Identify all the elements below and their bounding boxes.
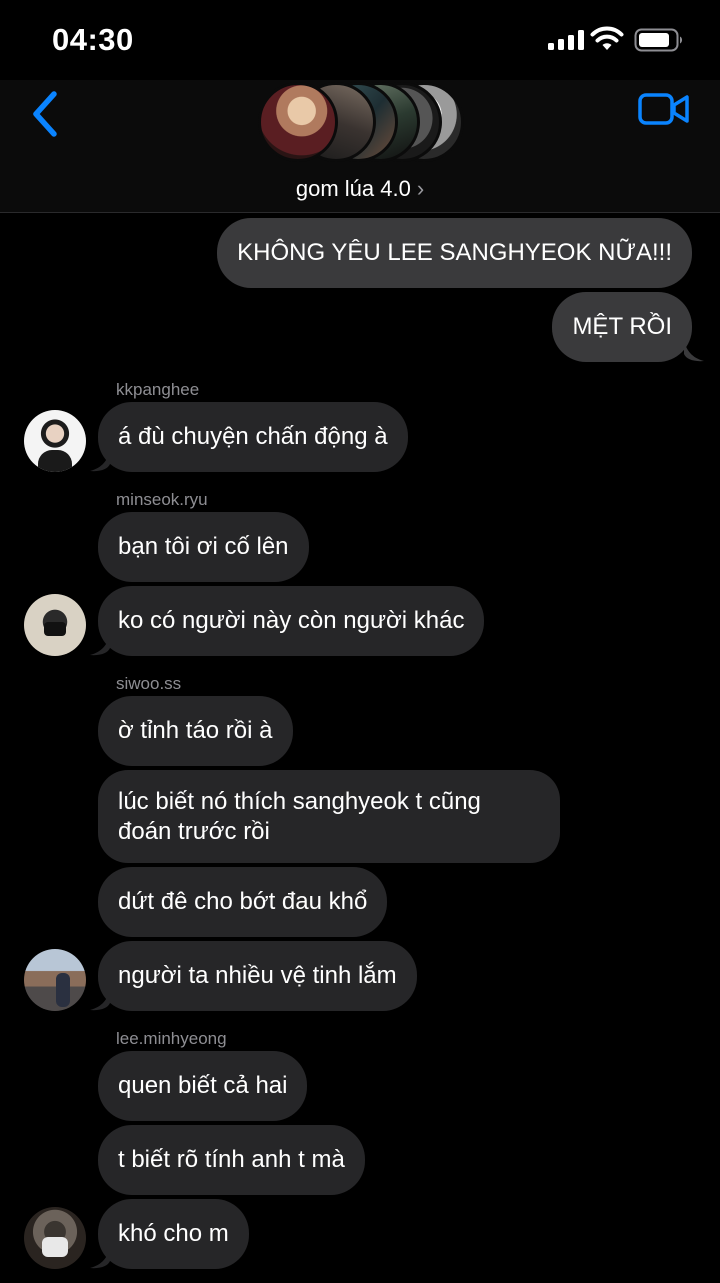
- status-bar: 04:30: [0, 0, 720, 80]
- message-text: khó cho m: [118, 1220, 229, 1247]
- incoming-message[interactable]: khó cho m: [98, 1199, 249, 1269]
- sender-name: siwoo.ss: [116, 674, 182, 693]
- avatar-lee-minhyeong[interactable]: [24, 1207, 86, 1269]
- status-time: 04:30: [52, 22, 134, 57]
- group-name-button[interactable]: gom lúa 4.0 ›: [0, 176, 720, 202]
- incoming-message[interactable]: á đù chuyện chấn động à: [98, 402, 408, 472]
- conversation-header: gom lúa 4.0 ›: [0, 80, 720, 213]
- video-camera-icon[interactable]: [638, 92, 690, 126]
- bubble-tail: [684, 340, 704, 362]
- battery-icon: [634, 28, 683, 52]
- message-text: ko có người này còn người khác: [118, 607, 465, 634]
- message-text: người ta nhiều vệ tinh lắm: [118, 962, 397, 989]
- sender-name: lee.minhyeong: [116, 1029, 227, 1048]
- chat-screen: 04:30 gom lúa 4.0 › KHÔNG YÊU LEE SANGHY…: [0, 0, 720, 1283]
- message-text: t biết rõ tính anh t mà: [118, 1146, 345, 1173]
- message-text: ờ tỉnh táo rồi à: [118, 717, 273, 744]
- group-avatar-stack[interactable]: [258, 80, 464, 166]
- group-member-avatar: [258, 82, 338, 162]
- avatar-kkpanghee[interactable]: [24, 410, 86, 472]
- cellular-signal-icon: [548, 30, 584, 50]
- bubble-tail: [90, 450, 110, 472]
- message-text: lúc biết nó thích sanghyeok t cũng đoán …: [118, 788, 481, 845]
- sender-name: minseok.ryu: [116, 490, 208, 509]
- avatar-siwoo-ss[interactable]: [24, 949, 86, 1011]
- message-text: MỆT RỒI: [572, 313, 672, 340]
- outgoing-message[interactable]: MỆT RỒI: [552, 292, 692, 362]
- message-text: KHÔNG YÊU LEE SANGHYEOK NỮA!!!: [237, 239, 672, 266]
- back-chevron-icon[interactable]: [28, 90, 64, 138]
- sender-name: kkpanghee: [116, 380, 200, 399]
- group-name: gom lúa 4.0: [295, 176, 411, 201]
- incoming-message[interactable]: ko có người này còn người khác: [98, 586, 485, 656]
- bubble-tail: [90, 634, 110, 656]
- incoming-message[interactable]: dứt đê cho bớt đau khổ: [98, 867, 388, 937]
- incoming-message[interactable]: t biết rõ tính anh t mà: [98, 1125, 365, 1195]
- wifi-icon: [590, 26, 624, 50]
- outgoing-message[interactable]: KHÔNG YÊU LEE SANGHYEOK NỮA!!!: [217, 218, 692, 288]
- bubble-tail: [90, 989, 110, 1011]
- incoming-message[interactable]: ờ tỉnh táo rồi à: [98, 696, 293, 766]
- message-text: á đù chuyện chấn động à: [118, 423, 388, 450]
- message-text: bạn tôi ơi cố lên: [118, 533, 289, 560]
- incoming-message[interactable]: lúc biết nó thích sanghyeok t cũng đoán …: [98, 770, 560, 863]
- chevron-right-icon: ›: [416, 176, 425, 201]
- message-text: quen biết cả hai: [118, 1072, 288, 1099]
- incoming-message[interactable]: người ta nhiều vệ tinh lắm: [98, 941, 417, 1011]
- bubble-tail: [90, 1247, 110, 1269]
- incoming-message[interactable]: quen biết cả hai: [98, 1051, 308, 1121]
- avatar-minseok-ryu[interactable]: [24, 594, 86, 656]
- message-text: dứt đê cho bớt đau khổ: [118, 888, 368, 915]
- incoming-message[interactable]: bạn tôi ơi cố lên: [98, 512, 309, 582]
